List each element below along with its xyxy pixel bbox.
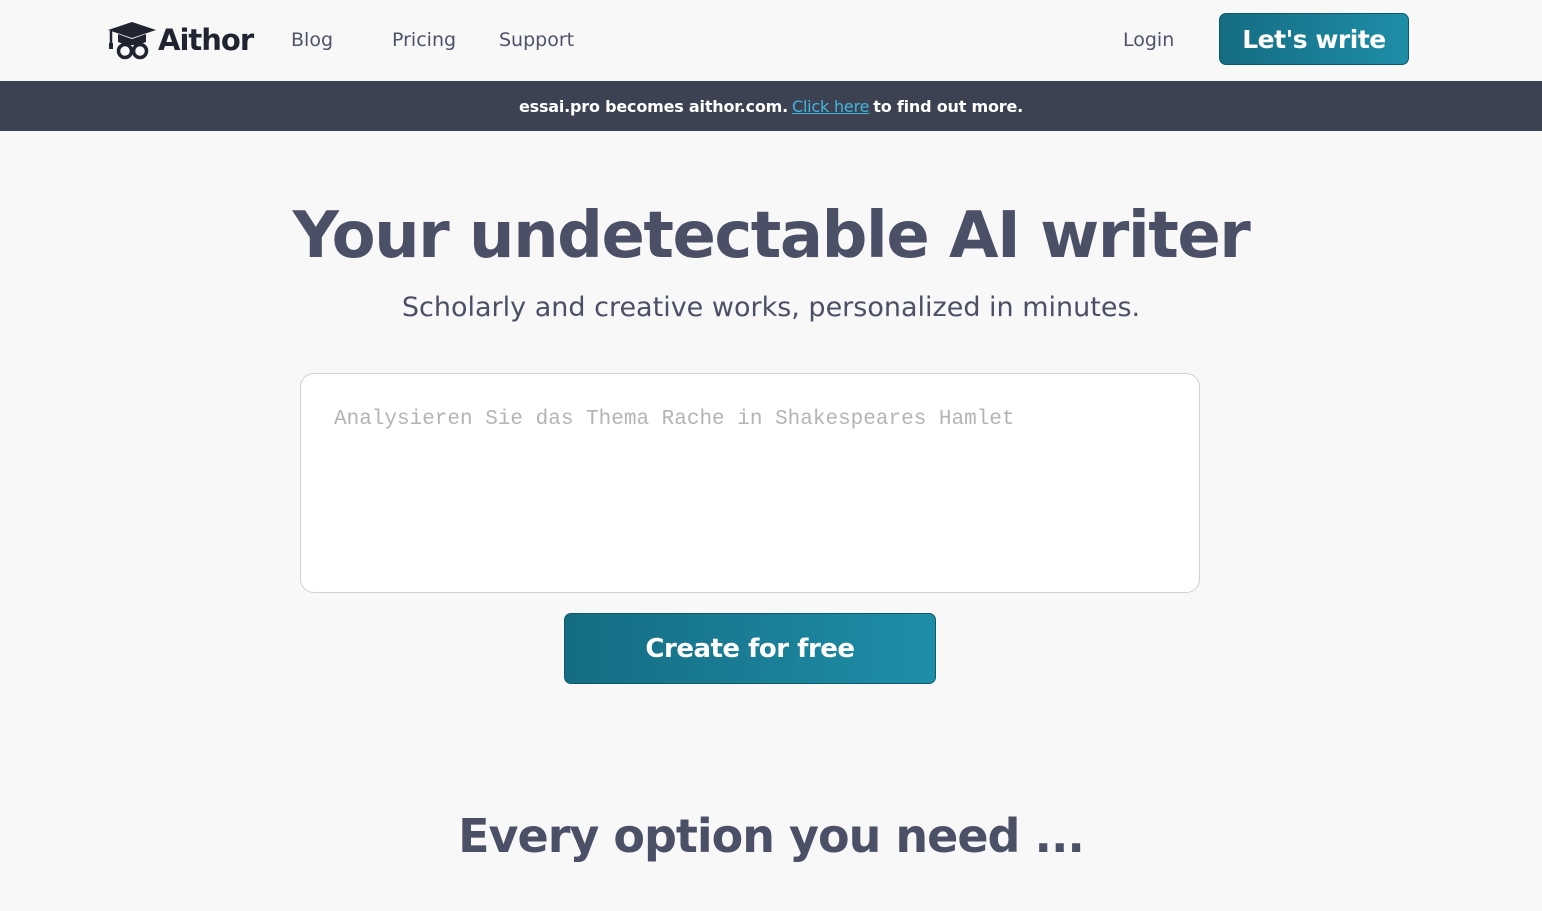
logo-link[interactable]: Aithor <box>106 18 254 62</box>
topic-prompt-input[interactable] <box>301 374 1199 592</box>
nav-pricing-link[interactable]: Pricing <box>392 28 456 52</box>
nav-blog-link[interactable]: Blog <box>291 28 333 52</box>
graduation-cap-glasses-icon <box>108 22 156 60</box>
site-header: Aithor Blog Pricing Support Login Let's … <box>0 0 1542 80</box>
features-section-title: Every option you need ... <box>458 809 1085 863</box>
lets-write-button[interactable]: Let's write <box>1219 13 1409 65</box>
banner-click-here-link[interactable]: Click here <box>792 97 869 116</box>
topic-prompt-box <box>300 373 1200 593</box>
hero-subtitle: Scholarly and creative works, personaliz… <box>401 292 1141 323</box>
hero-title: Your undetectable AI writer <box>292 199 1251 273</box>
banner-text-prefix: essai.pro becomes aithor.com. <box>518 96 788 116</box>
logo-text: Aithor <box>158 23 254 57</box>
nav-support-link[interactable]: Support <box>499 28 574 52</box>
banner-text-suffix: to find out more. <box>873 96 1024 116</box>
login-link[interactable]: Login <box>1123 28 1174 52</box>
create-for-free-button[interactable]: Create for free <box>564 613 936 684</box>
announcement-banner: essai.pro becomes aithor.com. Click here… <box>0 81 1542 131</box>
